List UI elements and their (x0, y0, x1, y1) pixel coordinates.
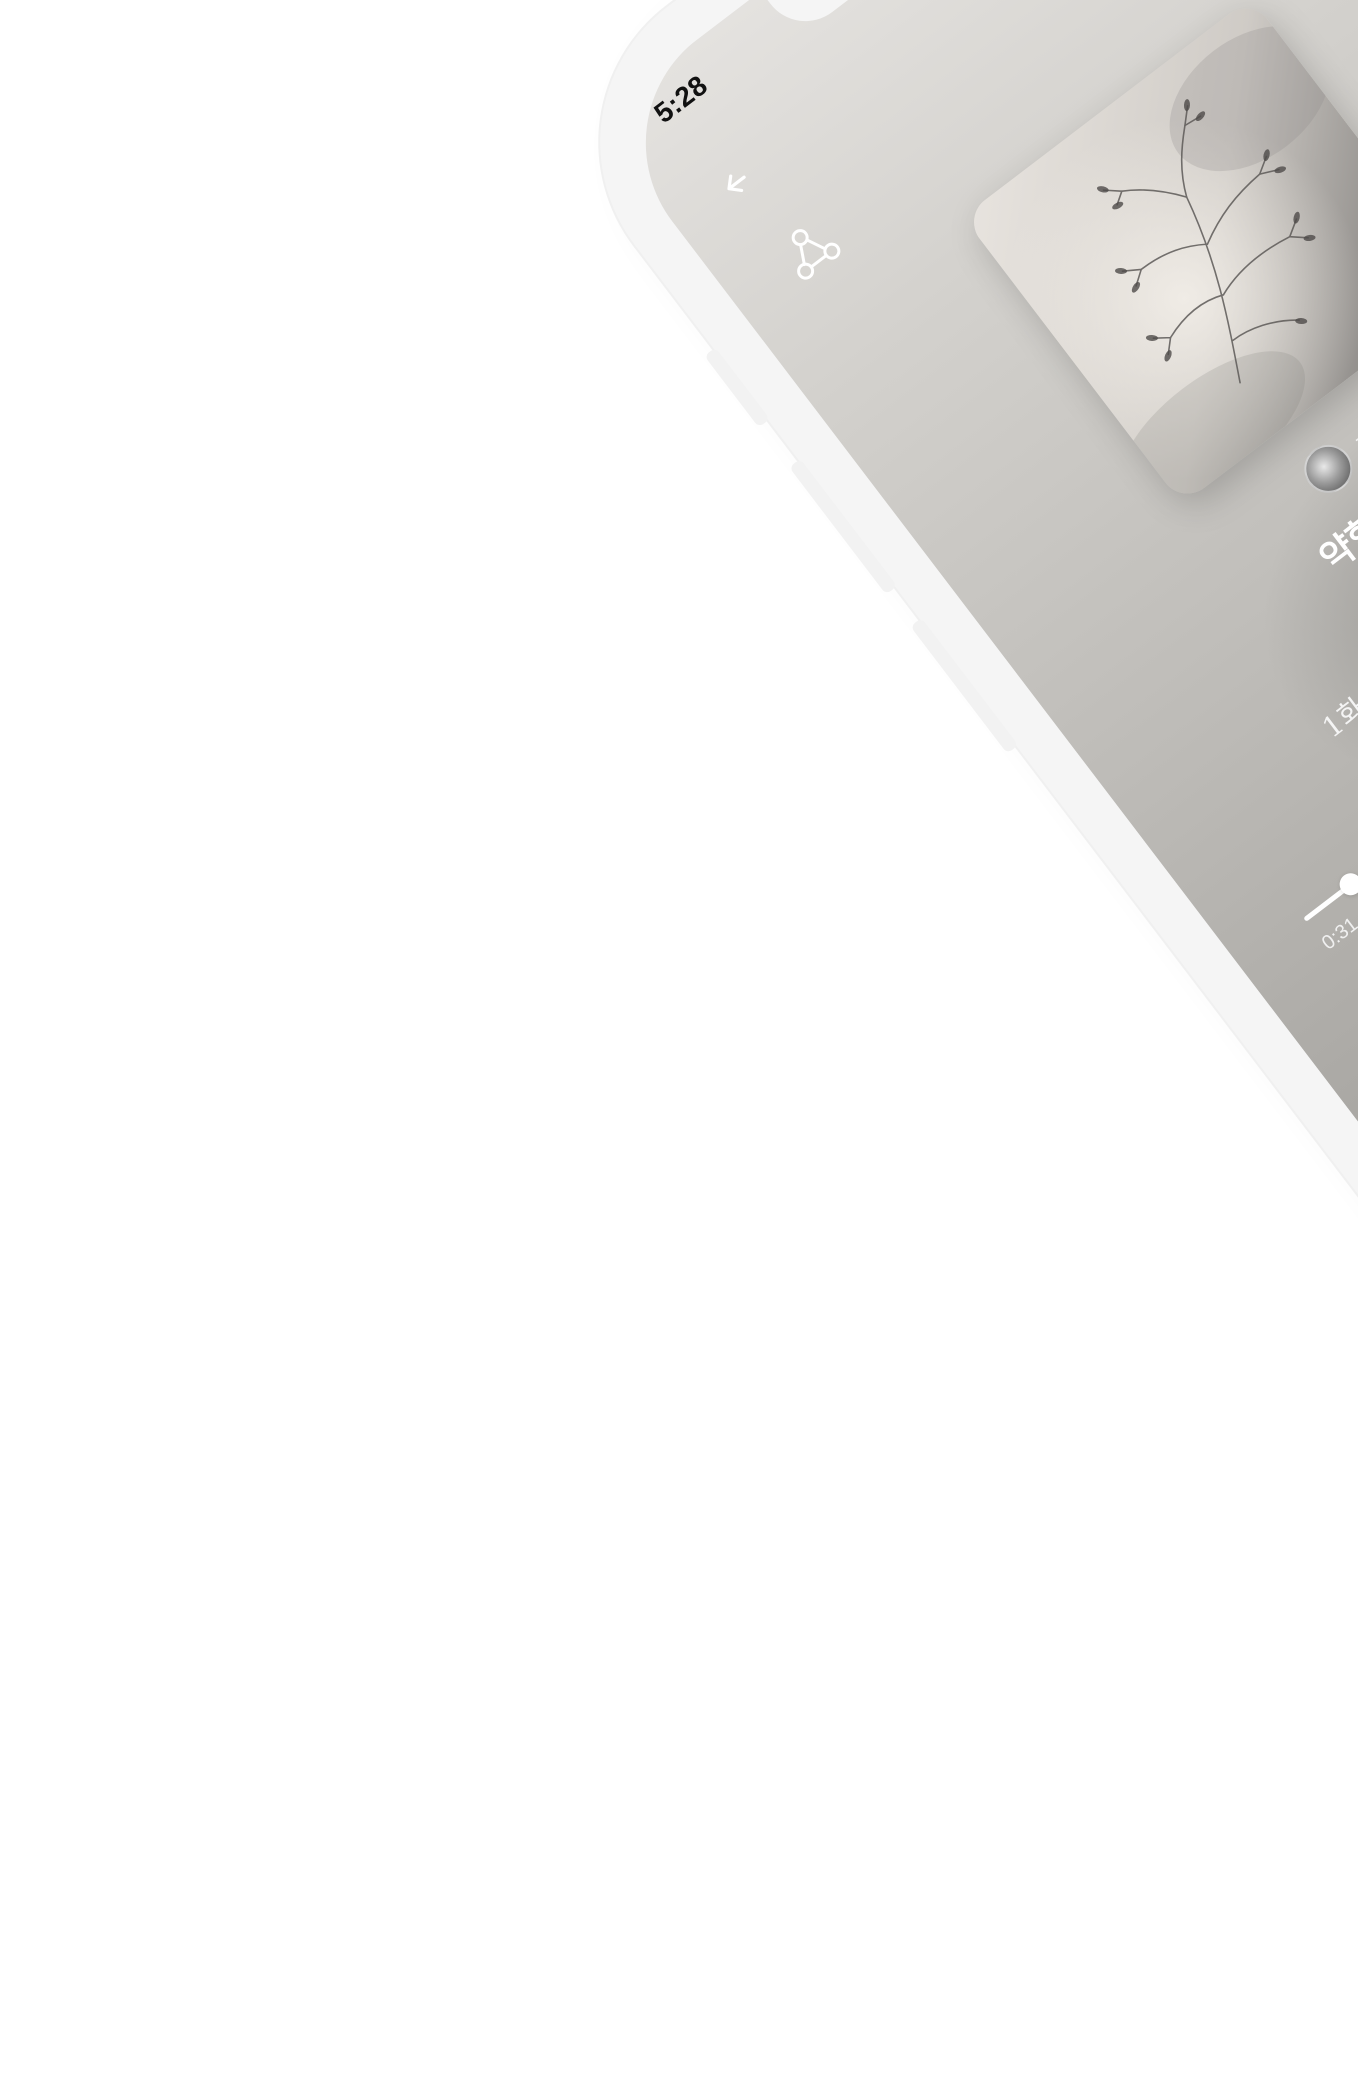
playback-controls: 10 10 (1297, 555, 1358, 1113)
grass-artwork-image (962, 0, 1358, 505)
silent-switch (704, 347, 770, 428)
author-avatar[interactable] (1294, 435, 1358, 503)
player-screen: 5:28 향기 약함의 1화 0:31 (593, 0, 1358, 1528)
stage: 5:28 향기 약함의 1화 0:31 (0, 0, 1358, 2075)
notch (759, 0, 1101, 39)
status-time: 5:28 (648, 69, 714, 129)
share-icon[interactable] (768, 208, 852, 292)
author-name[interactable]: 향기 (1348, 405, 1358, 460)
back-arrow-icon[interactable] (710, 154, 766, 210)
cover-artwork (962, 0, 1358, 505)
elapsed-time: 0:31 (1317, 913, 1358, 955)
phone-frame: 5:28 향기 약함의 1화 0:31 (532, 0, 1358, 1590)
